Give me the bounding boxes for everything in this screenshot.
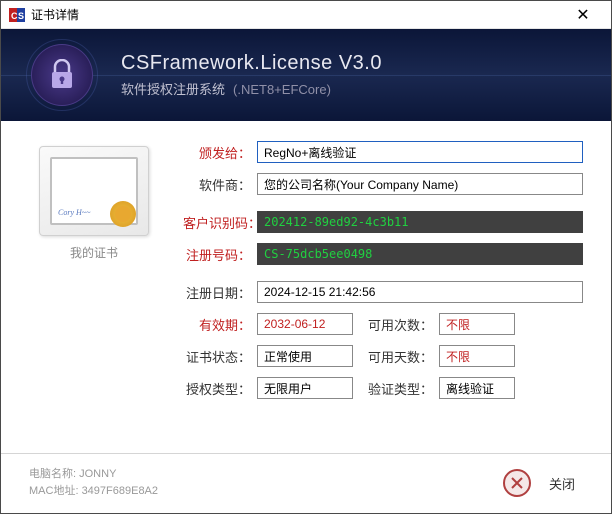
field-customer-id[interactable]: [257, 211, 583, 233]
field-verify-type[interactable]: [439, 377, 515, 399]
field-usage-count[interactable]: [439, 313, 515, 335]
label-customer-id: 客户识别码：: [179, 213, 261, 232]
window-title: 证书详情: [31, 6, 563, 23]
product-subtitle: 软件授权注册系统(.NET8+EFCore): [121, 79, 382, 98]
label-reg-no: 注册号码：: [179, 245, 251, 264]
content-area: Cory H~~ 我的证书 颁发给： 软件商： 客户识别码： 注册号码：: [1, 121, 611, 419]
certificate-caption: 我的证书: [29, 244, 159, 261]
label-expiry: 有效期：: [179, 315, 251, 334]
field-cert-status[interactable]: [257, 345, 353, 367]
field-reg-no[interactable]: [257, 243, 583, 265]
close-icon-button[interactable]: [503, 469, 531, 497]
field-auth-type[interactable]: [257, 377, 353, 399]
footer: 电脑名称: JONNY MAC地址: 3497F689E8A2 关闭: [1, 453, 611, 513]
field-reg-date[interactable]: [257, 281, 583, 303]
label-usage-count: 可用次数：: [367, 315, 433, 334]
license-form: 颁发给： 软件商： 客户识别码： 注册号码： 注册日期： 有效期：: [179, 141, 583, 409]
certificate-panel: Cory H~~ 我的证书: [29, 141, 159, 409]
label-cert-status: 证书状态：: [179, 347, 251, 366]
field-usage-days[interactable]: [439, 345, 515, 367]
app-logo-icon: CS: [9, 8, 25, 22]
label-auth-type: 授权类型：: [179, 379, 251, 398]
titlebar: CS 证书详情 ✕: [1, 1, 611, 29]
window-close-button[interactable]: ✕: [563, 5, 603, 25]
header-banner: CSFramework.License V3.0 软件授权注册系统(.NET8+…: [1, 29, 611, 121]
field-expiry[interactable]: [257, 313, 353, 335]
svg-text:C: C: [11, 11, 18, 21]
machine-info: 电脑名称: JONNY MAC地址: 3497F689E8A2: [29, 466, 158, 501]
field-issued-to[interactable]: [257, 141, 583, 163]
product-title: CSFramework.License V3.0: [121, 52, 382, 75]
seal-icon: [110, 201, 136, 227]
certificate-image: Cory H~~: [39, 146, 149, 236]
label-verify-type: 验证类型：: [367, 379, 433, 398]
label-usage-days: 可用天数：: [367, 347, 433, 366]
header-text: CSFramework.License V3.0 软件授权注册系统(.NET8+…: [121, 52, 382, 98]
label-vendor: 软件商：: [179, 175, 251, 194]
x-icon: [510, 476, 524, 490]
certificate-signature: Cory H~~: [58, 208, 90, 217]
label-reg-date: 注册日期：: [179, 283, 251, 302]
close-button[interactable]: 关闭: [541, 470, 583, 497]
label-issued-to: 颁发给：: [179, 143, 251, 162]
lock-icon: [31, 44, 93, 106]
field-vendor[interactable]: [257, 173, 583, 195]
svg-text:S: S: [18, 11, 24, 21]
dialog-window: CS 证书详情 ✕ CSFramework.License V3.0 软件授权注…: [0, 0, 612, 514]
